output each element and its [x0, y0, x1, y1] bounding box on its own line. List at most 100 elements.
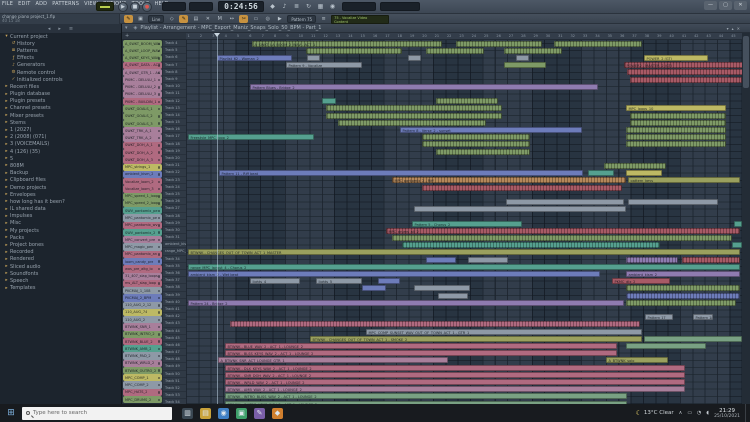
delete-tool-icon[interactable]: ✕	[203, 15, 212, 23]
track-header[interactable]: Track 35	[163, 263, 186, 270]
playlist-clip[interactable]	[626, 300, 736, 306]
picker-clip-item[interactable]: MPC_convert_pre	[123, 236, 162, 243]
playlist-clip[interactable]	[402, 242, 660, 248]
playlist-clip[interactable]	[306, 48, 402, 54]
browser-item-packs[interactable]: ▸Packs	[0, 234, 121, 241]
track-header[interactable]: Track 28	[163, 213, 186, 220]
picker-clip-item[interactable]: MPC_pantomix_pe	[123, 214, 162, 221]
picker-clip-item[interactable]: SWKT_GOALS_1	[123, 105, 162, 112]
picker-clip-item[interactable]: A_SWKT_BOOM_WAV - ACT_1	[123, 40, 162, 47]
picker-clip-item[interactable]: Vocalize_loom_2	[123, 178, 162, 185]
playlist-clip[interactable]	[644, 336, 742, 342]
picker-clip-item[interactable]: A_SWKT_KEYS_WAV - ACT_1	[123, 55, 162, 62]
zoom-tool-icon[interactable]: ◎	[263, 15, 272, 23]
playlist-clip[interactable]	[338, 120, 486, 126]
track-header[interactable]: Track 14	[163, 112, 186, 119]
picker-clip-item[interactable]: SWKT_DOH_A_1	[123, 142, 162, 149]
browser-item-stems[interactable]: ▸Stems	[0, 119, 121, 126]
time-display[interactable]: 0:24:56	[218, 1, 264, 12]
playlist-menu-icon[interactable]: ▾	[125, 25, 128, 31]
playlist-clip[interactable]	[588, 170, 614, 176]
playlist-clip[interactable]	[438, 293, 468, 299]
picker-toggle-icon[interactable]: ≡	[319, 15, 328, 23]
track-header[interactable]: Track 40	[163, 299, 186, 306]
playlist-clip[interactable]	[626, 343, 706, 349]
picker-clip-item[interactable]: MPC_COMP_1	[123, 374, 162, 381]
track-header[interactable]: Track 24	[163, 184, 186, 191]
tray-expand-icon[interactable]: ∧	[679, 410, 683, 416]
track-header[interactable]: Track 9	[163, 76, 186, 83]
track-header[interactable]: Track 6	[163, 54, 186, 61]
main-tool-icon[interactable]: ✎	[124, 15, 133, 23]
track-header[interactable]: Track 19	[163, 148, 186, 155]
scrollbar-thumb[interactable]	[743, 36, 749, 88]
playlist-maximize-icon[interactable]: ▴	[732, 26, 734, 31]
picker-clip-item[interactable]: A_SWKT_DATA - ACT_1_2	[123, 62, 162, 69]
playlist-clip[interactable]: POWER_2 (GT)	[644, 55, 708, 61]
picker-clip-item[interactable]: PKMC - DELULU_3	[123, 91, 162, 98]
maximize-button[interactable]: ▢	[719, 1, 732, 10]
browser-item-speech[interactable]: ▸Speech	[0, 277, 121, 284]
taskbar-search-input[interactable]: Type here to search	[22, 407, 172, 420]
picker-clip-item[interactable]: BTWNK_BLUE_2	[123, 338, 162, 345]
playlist-vertical-scrollbar[interactable]	[742, 33, 750, 404]
track-header[interactable]: Track 25	[163, 191, 186, 198]
picker-clip-item[interactable]: PKCMAJ_2_BPM	[123, 294, 162, 301]
browser-item-1-2027-[interactable]: ▸1 (2027)	[0, 126, 121, 133]
picker-clip-item[interactable]: SWV_pantomix_2	[123, 229, 162, 236]
track-header[interactable]: Track 12	[163, 98, 186, 105]
playlist-clip[interactable]	[414, 285, 470, 291]
track-header[interactable]: Track 7	[163, 62, 186, 69]
picker-clip-item[interactable]: loom_candy_pre	[123, 258, 162, 265]
playlist-clip[interactable]	[426, 48, 484, 54]
browser-item-effects[interactable]: ƒEffects	[0, 55, 121, 62]
track-header[interactable]: Track 8	[163, 69, 186, 76]
playlist-clip[interactable]	[627, 69, 742, 75]
browser-item-templates[interactable]: ▸Templates	[0, 285, 121, 292]
picker-clip-item[interactable]: A_SWKT_LOOP_WAV - ACT_1	[123, 47, 162, 54]
playlist-clip[interactable]: range_MPC_layout_4 - Chorus_2	[188, 264, 740, 270]
playlist-clip[interactable]: Playlist_62 - Woman_2	[217, 55, 292, 61]
track-header[interactable]: Track 49	[163, 363, 186, 370]
picker-clip-item[interactable]: PKMC - DELULU_2	[123, 84, 162, 91]
playlist-clip[interactable]	[554, 41, 642, 47]
picker-clip-item[interactable]: PKMC - BUILDIN_1	[123, 98, 162, 105]
playlist-clip[interactable]	[422, 141, 530, 147]
browser-item-current-project[interactable]: ▾Current project	[0, 33, 121, 40]
playlist-clip[interactable]: pattern_keys	[628, 177, 740, 183]
draw-tool-icon[interactable]: ✎	[179, 15, 188, 23]
track-header[interactable]: Track 41	[163, 306, 186, 313]
track-header[interactable]: Track 37	[163, 277, 186, 284]
menu-item-edit[interactable]: EDIT	[18, 1, 30, 9]
browser-item-initialized-controls[interactable]: ✓Initialized controls	[0, 76, 121, 83]
track-header[interactable]: Track 52	[163, 385, 186, 392]
paint-tool-icon[interactable]: ▤	[191, 15, 200, 23]
track-header[interactable]: range_MPC_4	[163, 248, 186, 255]
playlist-clip[interactable]	[630, 77, 742, 83]
playlist-clip[interactable]	[630, 113, 726, 119]
playlist-clip[interactable]	[504, 62, 546, 68]
playlist-clip[interactable]: Pattern 8 - Verse_2 - sunset	[400, 127, 582, 133]
picker-clip-item[interactable]: MPC_COMP_2	[123, 381, 162, 388]
playlist-clip[interactable]	[682, 257, 740, 263]
playlist-clip[interactable]: BTWNK - BLSS_KEYS_WAV_2 - ACT_1 - LOUNGE…	[225, 350, 617, 356]
browser-item-4-126-35-[interactable]: ▸4 (126) (35)	[0, 148, 121, 155]
playlist-clip[interactable]: BTWNK - BLUE_WAV_2 - ACT_1 - LOUNGE_2	[225, 343, 617, 349]
media-icon[interactable]: ▣	[236, 408, 247, 419]
browser-forward-icon[interactable]: ▸	[58, 26, 61, 32]
playlist-clip[interactable]: ambient_kism_2 - Wet beat	[188, 271, 600, 277]
picker-clip-item[interactable]: 110_AUG_74	[123, 309, 162, 316]
browser-item-patterns[interactable]: ≣Patterns	[0, 47, 121, 54]
record-button[interactable]: ●	[142, 2, 152, 12]
browser-item-2-2008-071-[interactable]: ▸2 (2008) (071)	[0, 134, 121, 141]
track-header[interactable]: Track 38	[163, 284, 186, 291]
battery-icon[interactable]: ▭	[687, 410, 692, 416]
playlist-clip[interactable]: BTWNK - DLX_KEYS_WAV_2 - ACT_1 - LOUNGE_…	[225, 365, 685, 371]
playlist-clip[interactable]	[626, 257, 678, 263]
browser-item-impulses[interactable]: ▸Impulses	[0, 213, 121, 220]
playlist-clip[interactable]	[426, 257, 456, 263]
playlist-titlebar[interactable]: ▾ ◈ Playlist - Arrangement - MPC_Export_…	[122, 24, 750, 33]
track-header[interactable]: Track 50	[163, 371, 186, 378]
browser-item-clipboard-files[interactable]: ▸Clipboard files	[0, 177, 121, 184]
playlist-clip[interactable]: BTWNK - CHANGES_OUT_OF_TOWN_ACT_1_MASTER	[188, 249, 740, 255]
